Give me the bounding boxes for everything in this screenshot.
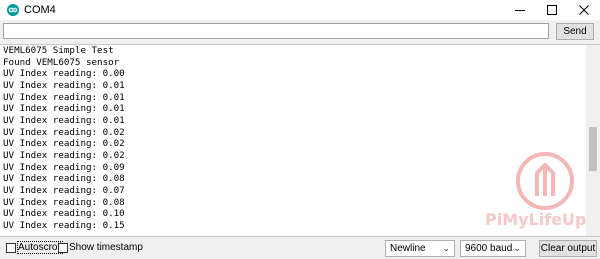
output-line: UV Index reading: 0.15: [3, 219, 125, 231]
window-title: COM4: [24, 4, 56, 16]
baud-rate-select[interactable]: 9600 baud ⌄: [460, 240, 526, 257]
close-icon: [579, 5, 589, 15]
autoscroll-checkbox[interactable]: [6, 243, 16, 253]
maximize-button[interactable]: [536, 0, 568, 20]
output-line: UV Index reading: 0.08: [3, 173, 125, 185]
output-line: UV Index reading: 0.08: [3, 196, 125, 208]
serial-input[interactable]: [3, 23, 549, 39]
output-line: UV Index reading: 0.10: [3, 208, 125, 220]
output-line: UV Index reading: 0.01: [3, 114, 125, 126]
serial-output[interactable]: VEML6075 Simple Test Found VEML6075 senso…: [0, 44, 600, 237]
send-row: Send: [0, 20, 600, 44]
title-bar: COM4: [0, 0, 600, 20]
baud-rate-value: 9600 baud: [465, 243, 513, 254]
output-line: VEML6075 Simple Test: [3, 45, 114, 56]
vertical-scrollbar[interactable]: [586, 45, 600, 236]
clear-output-button[interactable]: Clear output: [539, 240, 597, 257]
chevron-down-icon: ⌄: [442, 243, 450, 253]
output-line: UV Index reading: 0.02: [3, 126, 125, 138]
chevron-down-icon: ⌄: [513, 243, 521, 253]
output-line: UV Index reading: 0.01: [3, 79, 125, 91]
minimize-button[interactable]: [504, 0, 536, 20]
output-line: UV Index reading: 0.02: [3, 138, 125, 150]
line-ending-select[interactable]: Newline ⌄: [385, 240, 455, 257]
output-line: Found VEML6075 sensor: [3, 56, 120, 68]
output-line: UV Index reading: 0.09: [3, 161, 125, 173]
output-line: UV Index reading: 0.01: [3, 103, 125, 115]
line-ending-value: Newline: [390, 243, 426, 254]
output-line: UV Index reading: 0.02: [3, 149, 125, 161]
autoscroll-label[interactable]: Autoscroll: [17, 241, 63, 254]
output-line: UV Index reading: 0.07: [3, 184, 125, 196]
send-button[interactable]: Send: [556, 23, 594, 40]
arduino-logo-icon: [7, 4, 19, 16]
close-button[interactable]: [568, 0, 600, 20]
maximize-icon: [547, 5, 557, 15]
show-timestamp-checkbox[interactable]: [58, 243, 68, 253]
output-lines: VEML6075 Simple Test Found VEML6075 senso…: [3, 45, 583, 232]
minimize-icon: [515, 10, 525, 11]
output-line: UV Index reading: 0.00: [3, 68, 125, 80]
output-line: UV Index reading: 0.01: [3, 91, 125, 103]
show-timestamp-label[interactable]: Show timestamp: [69, 242, 143, 253]
scrollbar-thumb[interactable]: [589, 127, 597, 171]
status-bar: Autoscroll Show timestamp Newline ⌄ 9600…: [0, 237, 600, 259]
